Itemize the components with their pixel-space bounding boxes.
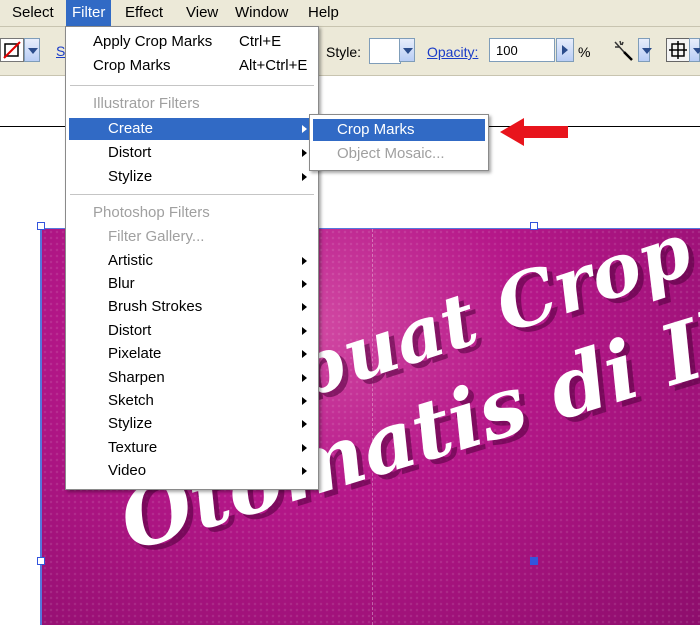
menu-help-label: Help bbox=[308, 4, 339, 21]
menu-item-blur[interactable]: Blur bbox=[69, 273, 315, 295]
menu-help[interactable]: Help bbox=[302, 0, 345, 26]
menu-item-shortcut: Ctrl+E bbox=[239, 33, 282, 50]
create-submenu: Crop Marks Object Mosaic... bbox=[309, 114, 489, 171]
menu-view-label: View bbox=[186, 4, 219, 21]
menu-item-label: Distort bbox=[108, 144, 152, 161]
menu-item-label: Apply Crop Marks bbox=[93, 33, 213, 50]
menu-item-artistic[interactable]: Artistic bbox=[69, 250, 315, 272]
menu-header-illustrator-filters: Illustrator Filters bbox=[69, 93, 315, 115]
selection-handle-tl[interactable] bbox=[37, 222, 45, 230]
submenu-arrow-icon bbox=[302, 350, 307, 358]
menu-item-label: Artistic bbox=[108, 252, 153, 269]
selection-handle-left[interactable] bbox=[37, 557, 45, 565]
menu-item-label: Video bbox=[108, 462, 147, 479]
menu-window-label: Window bbox=[235, 4, 289, 21]
menu-item-sketch[interactable]: Sketch bbox=[69, 390, 315, 412]
stroke-link[interactable]: S bbox=[56, 43, 65, 59]
opacity-arrow-button[interactable] bbox=[556, 38, 574, 62]
selection-handle-top[interactable] bbox=[530, 222, 538, 230]
style-dropdown-icon[interactable] bbox=[399, 38, 415, 62]
style-label: Style: bbox=[326, 44, 362, 60]
opacity-label[interactable]: Opacity: bbox=[427, 44, 478, 60]
menu-item-label: Brush Strokes bbox=[108, 298, 203, 315]
menu-filter-label: Filter bbox=[72, 4, 106, 21]
menu-item-distort-ps[interactable]: Distort bbox=[69, 320, 315, 342]
filter-menu: Apply Crop Marks Ctrl+E Crop Marks Alt+C… bbox=[65, 26, 319, 490]
submenu-arrow-icon bbox=[302, 420, 307, 428]
menu-item-shortcut: Alt+Ctrl+E bbox=[239, 57, 308, 74]
wand-dropdown-icon[interactable] bbox=[638, 38, 652, 62]
red-pointer-arrow-icon bbox=[498, 116, 570, 152]
menu-header-label: Photoshop Filters bbox=[93, 204, 210, 221]
menu-effect-label: Effect bbox=[125, 4, 164, 21]
menu-view[interactable]: View bbox=[180, 0, 224, 26]
percent-label: % bbox=[578, 44, 591, 60]
menu-item-label: Crop Marks bbox=[93, 57, 171, 74]
menu-item-stylize[interactable]: Stylize bbox=[69, 166, 315, 188]
submenu-arrow-icon bbox=[302, 280, 307, 288]
menu-item-label: Sketch bbox=[108, 392, 154, 409]
submenu-item-crop-marks[interactable]: Crop Marks bbox=[313, 119, 485, 141]
menu-item-crop-marks[interactable]: Crop Marks Alt+Ctrl+E bbox=[69, 55, 315, 77]
submenu-arrow-icon bbox=[302, 467, 307, 475]
menu-item-sharpen[interactable]: Sharpen bbox=[69, 367, 315, 389]
menu-bar: Select Filter Effect View Window Help bbox=[0, 0, 700, 27]
menu-effect[interactable]: Effect bbox=[119, 0, 169, 26]
menu-item-label: Sharpen bbox=[108, 369, 165, 386]
selection-center-point[interactable] bbox=[530, 557, 538, 565]
menu-item-create[interactable]: Create bbox=[69, 118, 315, 140]
submenu-arrow-icon bbox=[302, 374, 307, 382]
menu-item-brush-strokes[interactable]: Brush Strokes bbox=[69, 296, 315, 318]
submenu-arrow-icon bbox=[302, 125, 307, 133]
menu-item-label: Blur bbox=[108, 275, 135, 292]
submenu-arrow-icon bbox=[302, 327, 307, 335]
submenu-arrow-icon bbox=[302, 303, 307, 311]
style-swatch[interactable] bbox=[369, 38, 401, 64]
submenu-item-label: Crop Marks bbox=[337, 121, 415, 138]
menu-item-video[interactable]: Video bbox=[69, 460, 315, 482]
menu-item-label: Stylize bbox=[108, 168, 153, 185]
submenu-arrow-icon bbox=[302, 149, 307, 157]
menu-item-label: Texture bbox=[108, 439, 158, 456]
menu-item-pixelate[interactable]: Pixelate bbox=[69, 343, 315, 365]
menu-select[interactable]: Select bbox=[6, 0, 60, 26]
align-icon[interactable] bbox=[666, 38, 690, 62]
submenu-arrow-icon bbox=[302, 173, 307, 181]
menu-item-apply-crop-marks[interactable]: Apply Crop Marks Ctrl+E bbox=[69, 31, 315, 53]
dropdown-chevron-icon[interactable] bbox=[24, 38, 40, 62]
menu-item-label: Stylize bbox=[108, 415, 153, 432]
none-stroke-swatch-icon[interactable] bbox=[0, 38, 24, 62]
submenu-arrow-icon bbox=[302, 444, 307, 452]
menu-header-label: Illustrator Filters bbox=[93, 95, 200, 112]
menu-filter[interactable]: Filter bbox=[66, 0, 112, 26]
menu-header-photoshop-filters: Photoshop Filters bbox=[69, 202, 315, 224]
menu-separator bbox=[70, 194, 314, 196]
submenu-arrow-icon bbox=[302, 257, 307, 265]
menu-item-label: Create bbox=[108, 120, 154, 137]
menu-item-distort[interactable]: Distort bbox=[69, 142, 315, 164]
menu-item-stylize-ps[interactable]: Stylize bbox=[69, 413, 315, 435]
recolor-wand-icon[interactable] bbox=[612, 38, 636, 62]
menu-item-texture[interactable]: Texture bbox=[69, 437, 315, 459]
menu-select-label: Select bbox=[12, 4, 54, 21]
menu-item-filter-gallery[interactable]: Filter Gallery... bbox=[69, 226, 315, 248]
submenu-item-label: Object Mosaic... bbox=[337, 145, 445, 162]
menu-item-label: Pixelate bbox=[108, 345, 162, 362]
menu-item-label: Filter Gallery... bbox=[108, 228, 205, 245]
submenu-item-object-mosaic[interactable]: Object Mosaic... bbox=[313, 143, 485, 165]
menu-item-label: Distort bbox=[108, 322, 152, 339]
submenu-arrow-icon bbox=[302, 397, 307, 405]
menu-separator bbox=[70, 85, 314, 87]
menu-window[interactable]: Window bbox=[229, 0, 294, 26]
align-dropdown-icon[interactable] bbox=[689, 38, 700, 62]
opacity-input[interactable]: 100 bbox=[489, 38, 555, 62]
